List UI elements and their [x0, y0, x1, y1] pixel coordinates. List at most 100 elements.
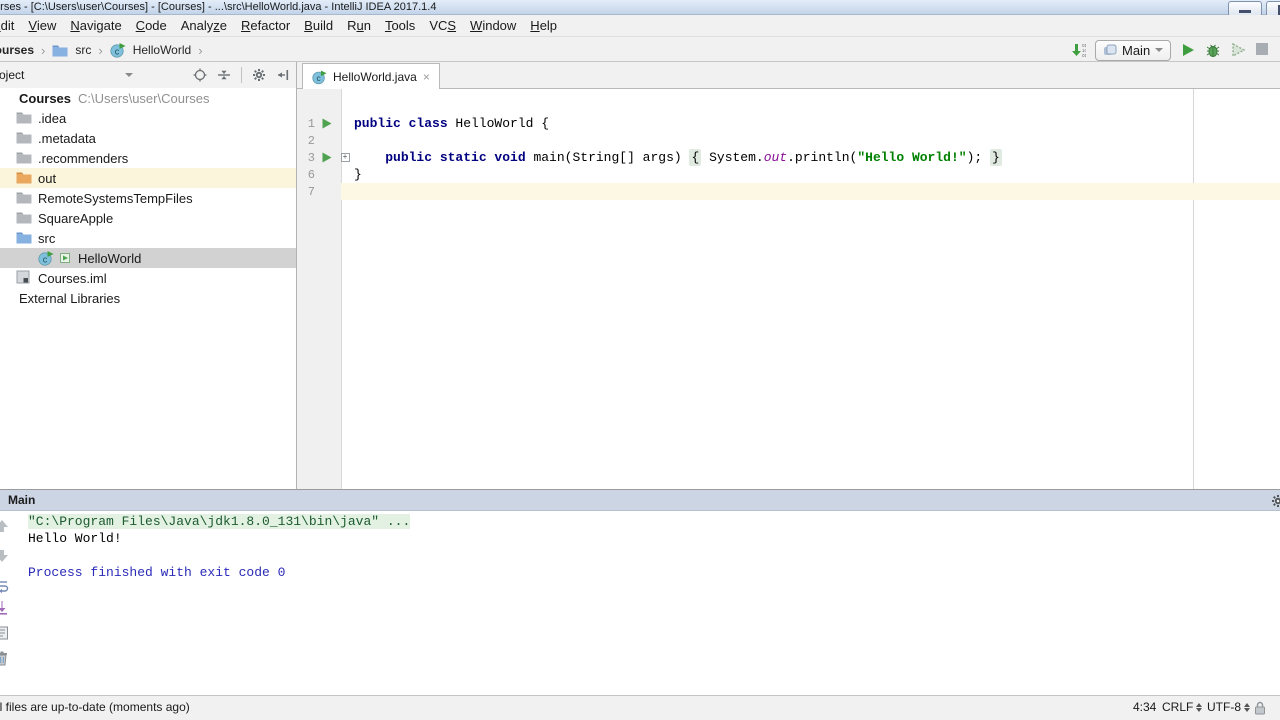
tree-item-squareapple[interactable]: SquareApple — [0, 208, 296, 228]
code-line-1[interactable]: 1 public class HelloWorld { — [297, 115, 1280, 132]
run-tool-window-header[interactable]: Main — [0, 489, 1280, 511]
tree-item--metadata[interactable]: .metadata — [0, 128, 296, 148]
scroll-end-icon[interactable] — [0, 600, 10, 616]
line-number: 1 — [297, 117, 315, 131]
code-lines: 1 public class HelloWorld {23+ public sta… — [297, 115, 1280, 200]
menu-edit[interactable]: Edit — [0, 15, 21, 37]
module-icon — [16, 270, 32, 286]
tree-item-helloworld[interactable]: cHelloWorld — [0, 248, 296, 268]
menu-help[interactable]: Help — [523, 15, 564, 37]
tree-item--idea[interactable]: .idea — [0, 108, 296, 128]
collapse-all-icon[interactable] — [217, 68, 231, 82]
breadcrumb: Courses›src›cHelloWorld› — [0, 38, 203, 62]
line-separator-widget[interactable]: CRLF — [1162, 696, 1202, 719]
tree-item-label: SquareApple — [38, 211, 113, 226]
folder-gray-icon — [16, 130, 32, 146]
gutter-cell: 6 — [297, 166, 354, 183]
code-line-3[interactable]: 3+ public static void main(String[] args… — [297, 149, 1280, 166]
tab-label: HelloWorld.java — [333, 70, 417, 84]
hide-panel-icon[interactable] — [276, 68, 290, 82]
code-text[interactable]: } — [354, 166, 1280, 183]
project-header-title[interactable]: Project — [0, 62, 24, 88]
caret-position-widget[interactable]: 4:34 — [1133, 696, 1156, 719]
tree-item-out[interactable]: out — [0, 168, 296, 188]
code-text[interactable] — [354, 183, 1280, 200]
tree-item-src[interactable]: src — [0, 228, 296, 248]
debug-button[interactable] — [1205, 42, 1221, 58]
code-text[interactable]: public class HelloWorld { — [354, 115, 1280, 132]
class-run-icon: c — [38, 250, 54, 266]
menu-refactor[interactable]: Refactor — [234, 15, 297, 37]
tree-root-label: Courses — [19, 91, 71, 106]
clear-console-icon[interactable] — [0, 650, 10, 666]
coverage-button[interactable] — [1230, 42, 1246, 58]
menu-window[interactable]: Window — [463, 15, 523, 37]
menu-code[interactable]: Code — [129, 15, 174, 37]
tab-helloworld-java[interactable]: c HelloWorld.java × — [302, 63, 440, 89]
runnable-mark-icon — [60, 253, 70, 263]
chevron-down-icon[interactable] — [125, 73, 133, 77]
console-output[interactable]: "C:\Program Files\Java\jdk1.8.0_131\bin\… — [28, 513, 1280, 581]
run-configuration-select[interactable]: Main — [1095, 40, 1171, 61]
folder-gray-icon — [16, 190, 32, 206]
menu-view[interactable]: View — [21, 15, 63, 37]
code-line-6[interactable]: 6} — [297, 166, 1280, 183]
svg-text:c: c — [316, 73, 320, 83]
menu-analyze[interactable]: Analyze — [174, 15, 234, 37]
run-button[interactable] — [1180, 42, 1196, 58]
down-stack-icon[interactable] — [0, 548, 10, 564]
lock-icon[interactable] — [1254, 701, 1266, 715]
fold-icon[interactable]: + — [337, 153, 353, 162]
breadcrumb-item-courses[interactable]: Courses — [0, 43, 34, 57]
project-tool-window: Project CoursesC:\Users\user\Courses.ide… — [0, 62, 297, 489]
menu-build[interactable]: Build — [297, 15, 340, 37]
code-text[interactable]: public static void main(String[] args) {… — [354, 149, 1280, 166]
gear-icon[interactable] — [252, 68, 266, 82]
menu-navigate[interactable]: Navigate — [63, 15, 128, 37]
folder-gray-icon — [16, 150, 32, 166]
tree-item--recommenders[interactable]: .recommenders — [0, 148, 296, 168]
gear-icon[interactable] — [1271, 494, 1280, 507]
class-icon: c — [312, 69, 327, 84]
editor-area: c HelloWorld.java × 1 public class HelloW… — [297, 62, 1280, 489]
fold-plus-icon[interactable]: + — [341, 153, 350, 162]
code-line-2[interactable]: 2 — [297, 132, 1280, 149]
encoding-widget[interactable]: UTF-8 — [1207, 696, 1250, 719]
menu-run[interactable]: Run — [340, 15, 378, 37]
svg-text:c: c — [114, 46, 119, 56]
soft-wrap-icon[interactable] — [0, 578, 10, 594]
breadcrumb-item-src[interactable]: src — [75, 43, 91, 57]
chevron-right-icon: › — [198, 43, 202, 58]
folder-gray-icon — [16, 110, 32, 126]
run-toolbar: 011001 Main — [1070, 38, 1280, 62]
code-line-7[interactable]: 7 — [297, 183, 1280, 200]
up-stack-icon[interactable] — [0, 518, 10, 534]
update-icon[interactable]: 011001 — [1070, 42, 1086, 58]
tree-item-label: .recommenders — [38, 151, 128, 166]
updown-icon — [1244, 703, 1250, 712]
tree-root-courses[interactable]: CoursesC:\Users\user\Courses — [0, 88, 296, 108]
menu-vcs[interactable]: VCS — [422, 15, 463, 37]
tree-item-courses-iml[interactable]: Courses.iml — [0, 268, 296, 288]
menu-tools[interactable]: Tools — [378, 15, 422, 37]
locate-file-icon[interactable] — [193, 68, 207, 82]
run-gutter-icon[interactable] — [315, 118, 337, 129]
tree-item-external-libraries[interactable]: External Libraries — [0, 288, 296, 308]
ide-window: Courses - [C:\Users\user\Courses] - [Cou… — [0, 0, 1280, 720]
breadcrumb-item-helloworld[interactable]: HelloWorld — [133, 43, 191, 57]
close-icon[interactable]: × — [423, 71, 430, 83]
print-icon[interactable] — [0, 625, 10, 641]
chevron-right-icon: › — [98, 43, 102, 58]
tree-item-remotesystemstempfiles[interactable]: RemoteSystemsTempFiles — [0, 188, 296, 208]
run-tab-title[interactable]: Main — [8, 490, 35, 510]
code-text[interactable] — [354, 132, 1280, 149]
menu-bar: EditViewNavigateCodeAnalyzeRefactorBuild… — [0, 15, 1280, 37]
editor-tab-bar: c HelloWorld.java × — [297, 62, 1280, 89]
tree-item-label: src — [38, 231, 55, 246]
window-title: Courses - [C:\Users\user\Courses] - [Cou… — [0, 0, 436, 14]
stop-button — [1255, 42, 1271, 58]
run-gutter-icon[interactable] — [315, 152, 337, 163]
status-bar: All files are up-to-date (moments ago) 4… — [0, 695, 1280, 720]
console-line — [28, 547, 1280, 564]
code-editor[interactable]: 1 public class HelloWorld {23+ public sta… — [297, 89, 1280, 489]
